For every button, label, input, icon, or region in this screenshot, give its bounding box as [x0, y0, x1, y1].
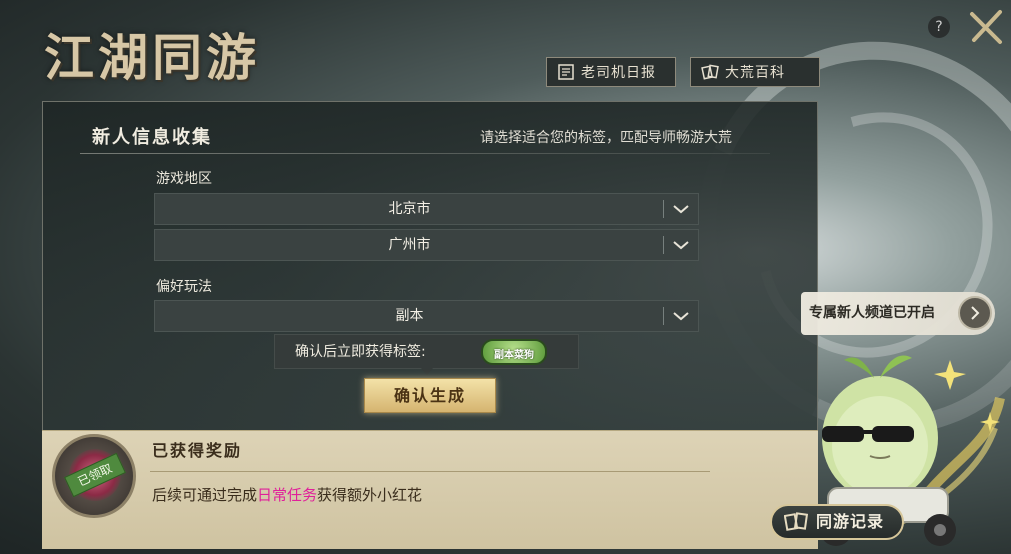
dropdown-separator	[663, 236, 664, 254]
tag-badge: 副本菜狗	[481, 339, 547, 365]
cards-icon	[701, 64, 719, 80]
encyclopedia-label: 大荒百科	[725, 65, 785, 81]
reward-description: 后续可通过完成日常任务获得额外小红花	[152, 484, 422, 505]
arrow-right-icon	[958, 296, 992, 330]
daily-report-label: 老司机日报	[581, 65, 656, 81]
city-dropdown[interactable]: 广州市	[154, 229, 699, 261]
daily-report-button[interactable]: 老司机日报	[546, 57, 676, 87]
tag-pointer	[421, 368, 433, 375]
daily-task-link: 日常任务	[257, 486, 318, 504]
newbie-channel-label: 专属新人频道已开启	[809, 305, 935, 321]
city-value: 广州市	[388, 237, 431, 253]
preference-dropdown[interactable]: 副本	[154, 300, 699, 332]
preference-label: 偏好玩法	[156, 279, 212, 295]
province-dropdown[interactable]: 北京市	[154, 193, 699, 225]
panel-title: 新人信息收集	[92, 127, 212, 148]
chevron-down-icon	[673, 205, 689, 214]
dropdown-separator	[663, 200, 664, 218]
chevron-down-icon	[673, 241, 689, 250]
panel-hint: 请选择适合您的标签，匹配导师畅游大荒	[480, 130, 732, 146]
travel-record-label: 同游记录	[816, 512, 885, 531]
page-title: 江湖同游	[44, 28, 260, 87]
encyclopedia-button[interactable]: 大荒百科	[690, 57, 820, 87]
province-value: 北京市	[388, 201, 431, 217]
preference-value: 副本	[395, 308, 424, 324]
chevron-down-icon	[673, 312, 689, 321]
newbie-channel-button[interactable]: 专属新人频道已开启	[801, 292, 995, 335]
close-icon[interactable]	[966, 8, 1006, 48]
confirm-generate-button[interactable]: 确认生成	[364, 378, 496, 413]
cards-icon	[784, 512, 809, 531]
help-icon[interactable]: ?	[928, 16, 950, 38]
newspaper-icon	[558, 64, 574, 80]
divider	[80, 153, 770, 154]
tag-preview: 确认后立即获得标签: 副本菜狗	[274, 334, 579, 369]
reward-text-after: 获得额外小红花	[317, 486, 423, 504]
reward-divider	[150, 471, 710, 472]
region-label: 游戏地区	[156, 171, 212, 187]
dropdown-separator	[663, 307, 664, 325]
tag-prompt: 确认后立即获得标签:	[295, 344, 426, 360]
reward-title: 已获得奖励	[152, 441, 243, 460]
tag-badge-label: 副本菜狗	[494, 350, 534, 361]
reward-text-before: 后续可通过完成	[152, 486, 258, 504]
travel-record-button[interactable]: 同游记录	[770, 504, 904, 540]
